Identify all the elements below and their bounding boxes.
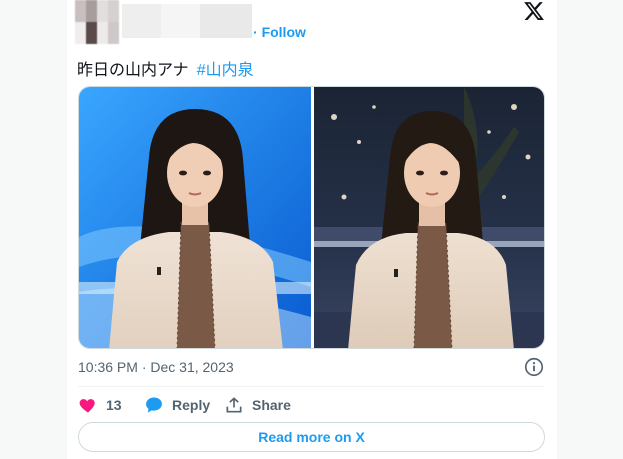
reply-button[interactable]: Reply — [144, 393, 210, 417]
like-count: 13 — [106, 397, 122, 413]
tweet-body: 昨日の山内アナ — [77, 62, 189, 79]
tweet-media[interactable] — [78, 86, 545, 349]
photo-studio-night-city-background[interactable] — [314, 87, 544, 348]
read-more-on-x-button[interactable]: Read more on X — [78, 422, 545, 452]
share-button[interactable]: Share — [224, 393, 291, 417]
info-icon[interactable] — [523, 356, 545, 378]
follow-link[interactable]: · Follow — [253, 24, 306, 40]
author-avatar-blurred[interactable] — [75, 0, 119, 44]
author-name-blurred[interactable] — [122, 4, 252, 38]
reply-label: Reply — [172, 397, 211, 413]
divider — [78, 386, 545, 387]
x-logo-icon[interactable] — [523, 0, 545, 22]
tweet-actions: 13 Reply Share — [78, 393, 545, 417]
embedded-tweet-card: · Follow 昨日の山内アナ #山内泉 10:36 PM · Dec 31,… — [67, 0, 557, 459]
tweet-header: · Follow — [67, 0, 557, 50]
reply-bubble-icon — [146, 397, 162, 413]
photo-studio-blue-background[interactable] — [79, 87, 311, 348]
tweet-timestamp[interactable]: 10:36 PM · Dec 31, 2023 — [78, 359, 234, 375]
share-label: Share — [252, 397, 291, 413]
heart-icon — [79, 399, 95, 413]
share-upload-icon — [226, 397, 242, 413]
follow-label[interactable]: Follow — [262, 24, 306, 40]
page-gutter-right — [557, 0, 623, 459]
page-gutter-left — [0, 0, 67, 459]
hashtag-link[interactable]: #山内泉 — [197, 62, 254, 79]
like-button[interactable]: 13 — [78, 393, 122, 417]
tweet-text: 昨日の山内アナ #山内泉 — [77, 56, 254, 80]
